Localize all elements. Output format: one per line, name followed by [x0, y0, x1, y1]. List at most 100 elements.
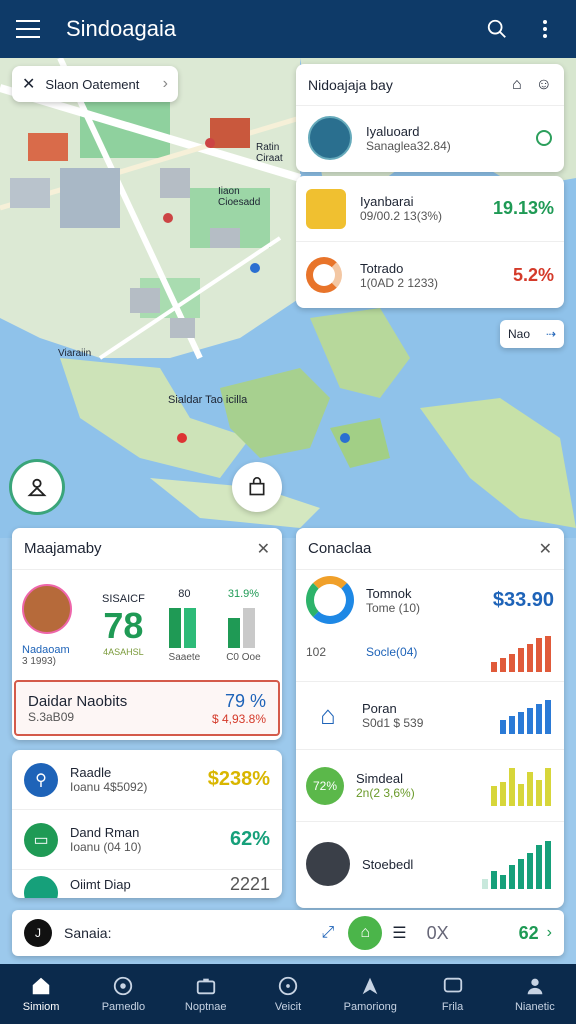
- item-name: Simdeal: [356, 771, 403, 786]
- app-title: Sindoagaia: [66, 16, 177, 41]
- item-value: $238%: [207, 768, 270, 790]
- map-search-chip[interactable]: ✕ Slaon Oatement ›: [12, 66, 178, 102]
- chat-icon: ▭: [24, 822, 58, 857]
- list-item[interactable]: Tomnok Tome (10) $33.90 102 Socle(04): [296, 570, 564, 682]
- compass-icon: [278, 976, 298, 996]
- list-item[interactable]: 72% Simdeal 2n(2 3,6%): [296, 750, 564, 822]
- list-item[interactable]: ⌂ Poran S0d1 $ 539: [296, 682, 564, 750]
- bar-sparkline: [500, 698, 554, 734]
- stat-bars: [215, 604, 272, 648]
- home-outline-icon[interactable]: ⌂: [512, 76, 522, 94]
- chevron-right-icon: ›: [162, 75, 168, 92]
- zoom-label: Nao: [508, 327, 531, 341]
- highlight-value: 79 %: [224, 690, 266, 711]
- avatar: J: [24, 919, 52, 947]
- stat-bars: [154, 604, 215, 648]
- nav-label: Pamoriong: [343, 1001, 397, 1013]
- nav-item-route[interactable]: Pamoriong: [329, 964, 411, 1024]
- stat-label: SISAICF: [102, 593, 145, 605]
- list-item[interactable]: Iyaluoard Sanaglea32.84): [296, 106, 564, 170]
- item-name: Stoebedl: [362, 856, 414, 872]
- more-vert-icon[interactable]: [530, 14, 560, 44]
- menu-icon[interactable]: [16, 20, 40, 38]
- nav-item-chat[interactable]: Frila: [411, 964, 493, 1024]
- donut-icon: [306, 257, 342, 293]
- item-foot-left: 102: [306, 645, 327, 659]
- directions-icon: ⇢: [545, 327, 556, 341]
- list-icon[interactable]: ☰: [392, 923, 406, 943]
- item-value: 62%: [229, 828, 270, 850]
- nav-item-home[interactable]: Simiom: [0, 964, 82, 1024]
- item-name: Iyaluoard: [366, 123, 420, 139]
- item-name: Tomnok: [366, 585, 412, 601]
- nav-label: Pamedlo: [101, 1001, 146, 1013]
- expand-icon[interactable]: ⤢: [321, 924, 334, 942]
- profile-fab[interactable]: [12, 462, 62, 512]
- left-list: ⚲ Raadle Ioanu 4$5092) $238% ▭ Dand Rman…: [12, 750, 282, 898]
- item-sub: 1(0AD 2 1233): [360, 275, 439, 290]
- avatar: [308, 116, 352, 160]
- list-item[interactable]: ⚲ Raadle Ioanu 4$5092) $238%: [12, 750, 282, 810]
- right-panel: Conaclaa ✕ Tomnok Tome (10) $33.90 102 S…: [296, 528, 564, 908]
- close-icon[interactable]: ✕: [257, 539, 270, 559]
- shopping-bag-icon: [249, 477, 265, 496]
- footer-label: Sanaia:: [64, 925, 112, 941]
- bag-fab[interactable]: [232, 462, 282, 512]
- item-sub: 2n(2 3,6%): [356, 786, 415, 800]
- item-value: 19.13%: [492, 198, 554, 218]
- panel-title: Maajamaby: [24, 540, 102, 557]
- percent-badge: 72%: [306, 766, 344, 805]
- item-foot-right: Socle(04): [366, 645, 418, 659]
- panel-header: Nidoajaja bay: [308, 76, 393, 93]
- item-sub: Sanaglea32.84): [366, 138, 451, 153]
- list-item[interactable]: Iyanbarai 09/00.2 13(3%) 19.13%: [296, 176, 564, 242]
- map-label: Sialdar Tao icilla: [168, 394, 248, 406]
- list-item[interactable]: Totrado 1(0AD 2 1233) 5.2%: [296, 242, 564, 308]
- avatar: [306, 842, 350, 886]
- map-label: Ratin Ciraat: [256, 142, 283, 164]
- footer-right-value: 62: [518, 922, 539, 943]
- map-label: Viaraiin: [58, 348, 92, 359]
- chevron-right-icon[interactable]: ›: [547, 924, 552, 942]
- footer-right-text: 0X: [426, 922, 449, 943]
- close-icon[interactable]: ✕: [22, 74, 35, 94]
- search-icon[interactable]: [482, 14, 512, 44]
- nav-label: Nianetic: [514, 1001, 555, 1013]
- stat-sub: Saaete: [168, 651, 201, 663]
- panel-title: Conaclaa: [308, 540, 372, 557]
- list-item[interactable]: Stoebedl: [296, 822, 564, 906]
- status-circle-icon: [536, 130, 552, 146]
- top-right-list: Iyanbarai 09/00.2 13(3%) 19.13% Totrado …: [296, 176, 564, 308]
- highlight-title: Daidar Naobits: [28, 692, 128, 710]
- highlight-row[interactable]: Daidar Naobits S.3aB09 79 % $ 4,93.8%: [14, 680, 280, 736]
- item-name: Iyanbarai: [360, 194, 414, 209]
- list-item[interactable]: ▭ Dand Rman Ioanu (04 10) 62%: [12, 810, 282, 870]
- list-item[interactable]: Oiimt Diap 2221: [12, 870, 282, 898]
- home-icon: [32, 977, 50, 995]
- avatar: [22, 583, 72, 634]
- item-value: 5.2%: [512, 264, 554, 285]
- item-sub: Ioanu 4$5092): [70, 780, 148, 794]
- item-name: Dand Rman: [70, 825, 140, 840]
- nav-item-target[interactable]: Pamedlo: [82, 964, 164, 1024]
- profile-label: Nadaoam: [22, 643, 70, 656]
- stat-value: 78: [103, 605, 144, 646]
- action-button[interactable]: ⌂: [348, 916, 383, 950]
- nav-item-briefcase[interactable]: Noptnae: [165, 964, 247, 1024]
- top-app-bar: Sindoagaia: [0, 0, 576, 58]
- highlight-sub: S.3aB09: [28, 709, 75, 724]
- person-icon: [27, 478, 47, 497]
- close-icon[interactable]: ✕: [539, 539, 552, 559]
- map-zoom-badge[interactable]: Nao ⇢: [500, 320, 564, 348]
- people-icon: [527, 978, 543, 995]
- stat-label: 31.9%: [227, 587, 260, 600]
- nav-item-compass[interactable]: Veicit: [247, 964, 329, 1024]
- route-icon: [362, 977, 378, 995]
- stat-label: 80: [178, 587, 191, 600]
- person-outline-icon[interactable]: ☺: [536, 76, 552, 94]
- item-name: Poran: [362, 701, 397, 716]
- item-sub: S0d1 $ 539: [362, 716, 424, 730]
- nav-label: Simiom: [22, 1001, 60, 1013]
- item-name: Totrado: [360, 260, 404, 276]
- nav-item-people[interactable]: Nianetic: [494, 964, 576, 1024]
